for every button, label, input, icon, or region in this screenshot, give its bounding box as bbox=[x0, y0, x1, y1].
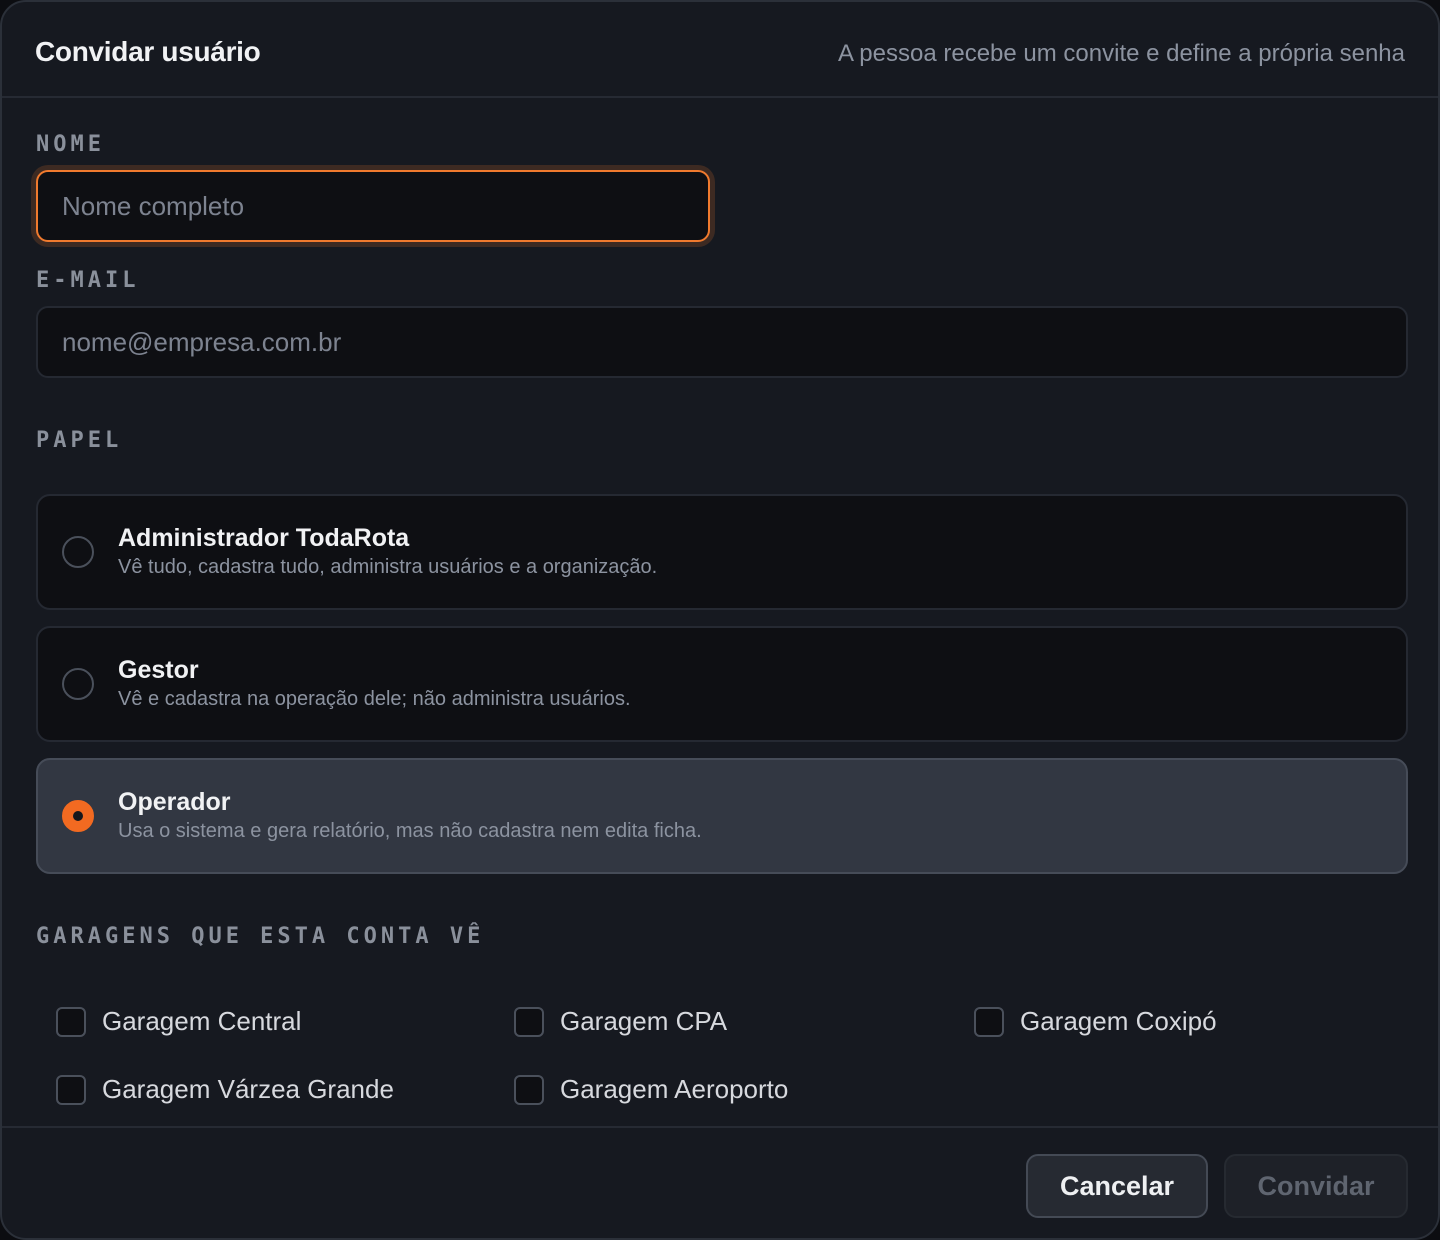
role-option-administrador[interactable]: Administrador TodaRota Vê tudo, cadastra… bbox=[36, 494, 1408, 610]
garage-label: Garagem Central bbox=[102, 1006, 302, 1036]
checkbox-icon[interactable] bbox=[514, 1075, 544, 1105]
role-option-description: Vê e cadastra na operação dele; não admi… bbox=[118, 688, 631, 710]
garage-label: Garagem Várzea Grande bbox=[102, 1074, 394, 1104]
checkbox-icon[interactable] bbox=[974, 1007, 1004, 1037]
dialog-title: Convidar usuário bbox=[35, 36, 261, 67]
invite-user-dialog: Convidar usuário A pessoa recebe um conv… bbox=[0, 0, 1440, 1240]
email-label: E-MAIL bbox=[36, 268, 140, 293]
role-label: PAPEL bbox=[36, 428, 123, 453]
role-option-title: Operador bbox=[118, 788, 231, 816]
checkbox-icon[interactable] bbox=[56, 1075, 86, 1105]
role-option-description: Vê tudo, cadastra tudo, administra usuár… bbox=[118, 556, 658, 578]
garages-label: GARAGENS QUE ESTA CONTA VÊ bbox=[36, 924, 485, 949]
checkbox-icon[interactable] bbox=[514, 1007, 544, 1037]
role-option-gestor[interactable]: Gestor Vê e cadastra na operação dele; n… bbox=[36, 626, 1408, 742]
email-input[interactable] bbox=[36, 306, 1408, 378]
garage-label: Garagem Coxipó bbox=[1020, 1006, 1217, 1036]
name-label: NOME bbox=[36, 132, 105, 157]
name-input[interactable] bbox=[36, 170, 710, 242]
checkbox-icon[interactable] bbox=[56, 1007, 86, 1037]
dialog-header: Convidar usuário A pessoa recebe um conv… bbox=[2, 2, 1438, 98]
cancel-button[interactable]: Cancelar bbox=[1026, 1154, 1208, 1218]
garage-label: Garagem Aeroporto bbox=[560, 1074, 789, 1104]
role-option-title: Gestor bbox=[118, 656, 199, 684]
radio-unchecked-icon[interactable] bbox=[62, 668, 94, 700]
dialog-footer: Cancelar Convidar bbox=[2, 1126, 1438, 1238]
role-option-description: Usa o sistema e gera relatório, mas não … bbox=[118, 820, 702, 842]
dialog-subtitle: A pessoa recebe um convite e define a pr… bbox=[837, 40, 1405, 67]
garage-label: Garagem CPA bbox=[560, 1006, 728, 1036]
role-option-operador[interactable]: Operador Usa o sistema e gera relatório,… bbox=[36, 758, 1408, 874]
invite-button[interactable]: Convidar bbox=[1224, 1154, 1408, 1218]
radio-checked-icon[interactable] bbox=[62, 800, 94, 832]
role-option-title: Administrador TodaRota bbox=[118, 524, 410, 552]
radio-unchecked-icon[interactable] bbox=[62, 536, 94, 568]
